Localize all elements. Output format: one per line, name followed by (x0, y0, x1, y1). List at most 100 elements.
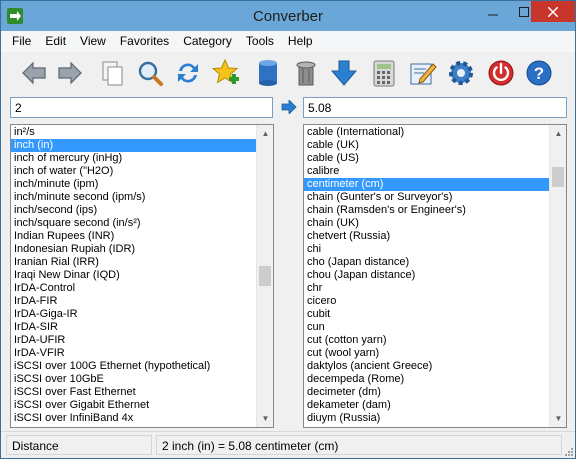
calculator-button[interactable] (367, 56, 401, 90)
list-item[interactable]: decimeter (dm) (304, 386, 549, 399)
list-item[interactable]: cable (International) (304, 126, 549, 139)
resize-grip-icon[interactable] (563, 446, 573, 456)
menu-edit[interactable]: Edit (38, 31, 73, 52)
from-unit-items: in²/s inch (in) inch of mercury (inHg) inch… (11, 126, 256, 425)
list-item[interactable]: inch (in) (11, 139, 256, 152)
list-item[interactable]: iSCSI over Gigabit Ethernet (11, 399, 256, 412)
list-item[interactable]: cicero (304, 295, 549, 308)
settings-button[interactable] (444, 56, 478, 90)
status-bar: Distance 2 inch (in) = 5.08 centimeter (… (1, 431, 575, 458)
list-item[interactable]: iSCSI over 10GbE (11, 373, 256, 386)
scroll-down-arrow-icon[interactable]: ▼ (257, 410, 273, 427)
list-item[interactable]: calibre (304, 165, 549, 178)
list-item[interactable]: cut (cotton yarn) (304, 334, 549, 347)
edit-icon (410, 63, 437, 85)
swap-icon (178, 63, 198, 83)
menu-category[interactable]: Category (176, 31, 239, 52)
list-item[interactable]: IrDA-FIR (11, 295, 256, 308)
settings-icon (449, 61, 473, 85)
list-item[interactable]: IrDA-UFIR (11, 334, 256, 347)
list-item[interactable]: cut (wool yarn) (304, 347, 549, 360)
list-item[interactable]: cho (Japan distance) (304, 256, 549, 269)
app-window: Converber File Edit View Favorites Categ… (0, 0, 576, 459)
list-item[interactable]: centimeter (cm) (304, 178, 549, 191)
list-item[interactable]: IrDA-Giga-IR (11, 308, 256, 321)
list-item[interactable]: Indonesian Rupiah (IDR) (11, 243, 256, 256)
svg-text:?: ? (534, 64, 544, 83)
list-item[interactable]: Indian Rupees (INR) (11, 230, 256, 243)
menu-help[interactable]: Help (281, 31, 320, 52)
scroll-thumb[interactable] (552, 166, 564, 187)
list-item[interactable]: inch/square second (in/s²) (11, 217, 256, 230)
list-item[interactable]: Iraqi New Dinar (IQD) (11, 269, 256, 282)
list-item[interactable]: IrDA-SIR (11, 321, 256, 334)
list-item[interactable]: chr (304, 282, 549, 295)
to-unit-list[interactable]: cable (International) cable (UK) cable (US… (303, 124, 567, 428)
copy-icon (102, 61, 123, 86)
to-value-input[interactable]: 5.08 (303, 97, 567, 118)
list-item[interactable]: iSCSI over 100G Ethernet (hypothetical) (11, 360, 256, 373)
scroll-thumb[interactable] (259, 266, 271, 286)
search-icon (138, 61, 163, 86)
menu-file[interactable]: File (5, 31, 38, 52)
list-item[interactable]: chi (304, 243, 549, 256)
list-item[interactable]: inch/minute second (ipm/s) (11, 191, 256, 204)
list-item[interactable]: inch/second (ips) (11, 204, 256, 217)
back-button[interactable] (17, 56, 51, 90)
list-item[interactable]: dekameter (dam) (304, 399, 549, 412)
list-item[interactable]: chain (Ramsden's or Engineer's) (304, 204, 549, 217)
trash-button[interactable] (289, 56, 323, 90)
swap-button[interactable] (171, 56, 205, 90)
list-item[interactable]: cubit (304, 308, 549, 321)
menu-tools[interactable]: Tools (239, 31, 281, 52)
trash-icon (296, 61, 316, 86)
copy-button[interactable] (95, 56, 129, 90)
list-item[interactable]: inch of mercury (inHg) (11, 152, 256, 165)
from-unit-list[interactable]: in²/s inch (in) inch of mercury (inHg) inch… (10, 124, 274, 428)
download-button[interactable] (327, 56, 361, 90)
minimize-button[interactable] (479, 1, 507, 22)
list-item[interactable]: daktylos (ancient Greece) (304, 360, 549, 373)
list-item[interactable]: inch of water ("H2O) (11, 165, 256, 178)
help-button[interactable]: ? (522, 56, 556, 90)
exit-button[interactable] (484, 56, 518, 90)
list-item[interactable]: cable (US) (304, 152, 549, 165)
list-item[interactable]: cun (304, 321, 549, 334)
list-item[interactable]: iSCSI over Fast Ethernet (11, 386, 256, 399)
to-list-scrollbar[interactable]: ▲ ▼ (549, 125, 566, 427)
list-item[interactable]: chain (Gunter's or Surveyor's) (304, 191, 549, 204)
scroll-up-arrow-icon[interactable]: ▲ (550, 125, 566, 142)
add-favorite-icon (211, 58, 239, 84)
list-item[interactable]: in²/s (11, 126, 256, 139)
edit-button[interactable] (406, 56, 440, 90)
list-item[interactable]: iSCSI over InfiniBand 4x (11, 412, 256, 425)
search-button[interactable] (133, 56, 167, 90)
list-item[interactable]: cable (UK) (304, 139, 549, 152)
menu-favorites[interactable]: Favorites (113, 31, 176, 52)
forward-button[interactable] (53, 56, 87, 90)
power-icon (488, 60, 514, 86)
help-icon: ? (526, 60, 552, 86)
list-item[interactable]: IrDA-VFIR (11, 347, 256, 360)
list-item[interactable]: inch/minute (ipm) (11, 178, 256, 191)
forward-arrow-icon (58, 61, 82, 85)
title-bar[interactable]: Converber (1, 1, 575, 31)
back-arrow-icon (22, 61, 46, 85)
list-item[interactable]: Iranian Rial (IRR) (11, 256, 256, 269)
database-button[interactable] (251, 56, 285, 90)
list-item[interactable]: decempeda (Rome) (304, 373, 549, 386)
list-item[interactable]: chou (Japan distance) (304, 269, 549, 282)
add-favorite-button[interactable] (209, 56, 243, 90)
list-item[interactable]: chain (UK) (304, 217, 549, 230)
close-button[interactable] (531, 1, 575, 22)
from-value-input[interactable]: 2 (10, 97, 273, 118)
from-list-scrollbar[interactable]: ▲ ▼ (256, 125, 273, 427)
scroll-up-arrow-icon[interactable]: ▲ (257, 125, 273, 142)
toolbar: ? (1, 52, 575, 94)
scroll-down-arrow-icon[interactable]: ▼ (550, 410, 566, 427)
list-item[interactable]: diuym (Russia) (304, 412, 549, 425)
menu-view[interactable]: View (73, 31, 113, 52)
list-item[interactable]: chetvert (Russia) (304, 230, 549, 243)
status-result: 2 inch (in) = 5.08 centimeter (cm) (156, 435, 562, 455)
list-item[interactable]: IrDA-Control (11, 282, 256, 295)
